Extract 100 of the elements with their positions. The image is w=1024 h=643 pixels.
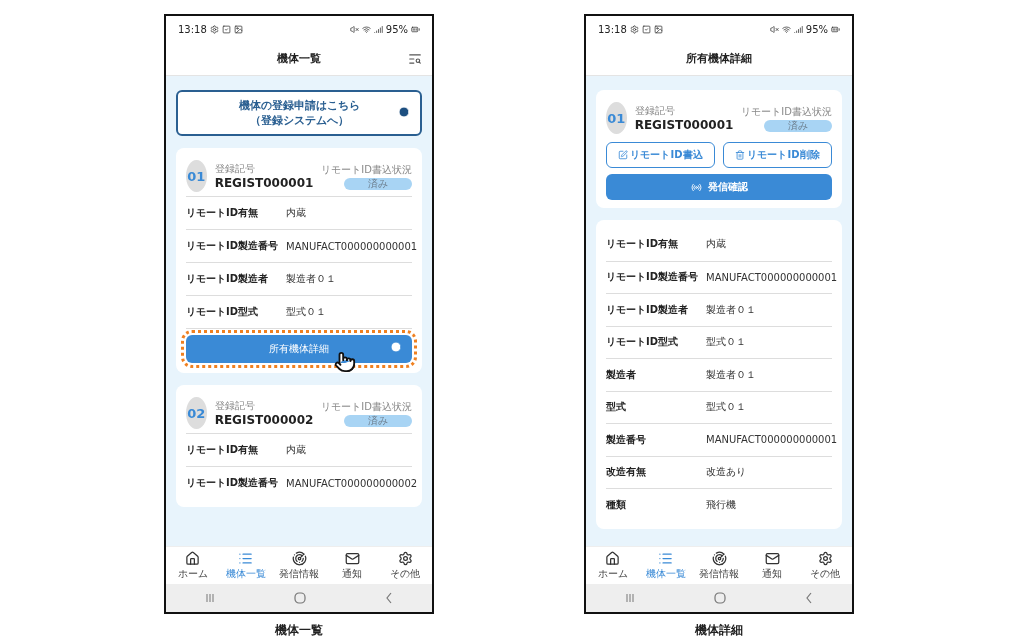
mute-icon xyxy=(769,24,779,34)
edit-icon xyxy=(618,150,629,160)
search-list-icon[interactable] xyxy=(408,52,422,66)
list-icon xyxy=(238,550,254,566)
row-label: リモートID有無 xyxy=(606,237,680,252)
radar-icon xyxy=(711,550,727,566)
row-label: リモートID型式 xyxy=(186,305,260,319)
row-value: 型式０１ xyxy=(706,335,746,350)
action-button[interactable]: リモートID削除 xyxy=(723,142,832,168)
battery-percent: 95% xyxy=(805,23,828,35)
reg-number: REGIST000001 xyxy=(214,176,314,190)
status-label: リモートID書込状況 xyxy=(741,104,832,119)
nav-tab[interactable]: 通知 xyxy=(745,547,799,584)
play-circle-icon xyxy=(398,106,410,118)
trash-icon xyxy=(735,150,746,160)
gear-icon xyxy=(209,24,219,34)
recent-apps-icon[interactable] xyxy=(205,593,216,603)
row-label: リモートID製造番号 xyxy=(186,476,280,490)
reg-label: 登録記号 xyxy=(214,162,256,176)
battery-icon xyxy=(411,24,420,34)
row-label: 改造有無 xyxy=(606,465,647,480)
settings-icon xyxy=(397,550,413,566)
settings-icon xyxy=(817,550,833,566)
nav-tab[interactable]: 機体一覧 xyxy=(639,547,693,584)
number-badge: 02 xyxy=(186,397,207,429)
recent-apps-icon[interactable] xyxy=(625,593,636,603)
row-value: MANUFACT000000000001 xyxy=(286,240,418,252)
row-value: 内蔵 xyxy=(706,237,726,252)
status-time: 13:18 xyxy=(598,23,627,35)
screen-title: 機体一覧 xyxy=(277,51,321,66)
image-icon xyxy=(233,24,243,34)
status-label: リモートID書込状況 xyxy=(321,399,412,414)
row-value: 飛行機 xyxy=(706,497,736,512)
number-badge: 01 xyxy=(606,102,627,134)
row-label: 製造者 xyxy=(606,367,637,382)
row-label: リモートID製造者 xyxy=(606,302,690,317)
row-value: 改造あり xyxy=(706,465,746,480)
back-chevron-icon[interactable] xyxy=(384,592,393,604)
nav-tab[interactable]: 通知 xyxy=(325,547,379,584)
nav-tab[interactable]: 発信情報 xyxy=(272,547,326,584)
registration-banner-button[interactable]: 機体の登録申請はこちら （登録システムへ） xyxy=(176,90,422,136)
row-value: 内蔵 xyxy=(286,206,306,220)
reg-label: 登録記号 xyxy=(634,104,676,118)
row-value: MANUFACT000000000001 xyxy=(706,434,838,446)
mute-icon xyxy=(349,24,359,34)
row-value: 製造者０１ xyxy=(286,272,336,286)
row-label: リモートID製造番号 xyxy=(186,239,280,253)
nav-tab[interactable]: ホーム xyxy=(166,547,220,584)
status-label: リモートID書込状況 xyxy=(321,162,412,177)
nav-tab[interactable]: 発信情報 xyxy=(692,547,746,584)
signal-check-button[interactable]: 発信確認 xyxy=(606,174,832,200)
row-value: 製造者０１ xyxy=(706,302,756,317)
radar-icon xyxy=(291,550,307,566)
broadcast-icon xyxy=(690,181,702,193)
image-icon xyxy=(653,24,663,34)
battery-percent: 95% xyxy=(385,23,408,35)
signal-icon xyxy=(793,24,803,34)
row-label: リモートID有無 xyxy=(186,206,260,220)
row-value: 製造者０１ xyxy=(706,367,756,382)
wifi-icon xyxy=(361,24,371,34)
nav-tab[interactable]: ホーム xyxy=(586,547,640,584)
row-value: 型式０１ xyxy=(706,400,746,415)
signal-icon xyxy=(373,24,383,34)
row-value: MANUFACT000000000002 xyxy=(286,477,418,489)
reg-number: REGIST000001 xyxy=(634,118,734,132)
envelope-icon xyxy=(764,550,780,566)
status-chip: 済み xyxy=(344,414,412,427)
row-value: 型式０１ xyxy=(286,305,326,319)
wifi-icon xyxy=(781,24,791,34)
gear-icon xyxy=(629,24,639,34)
status-chip: 済み xyxy=(344,177,412,190)
nav-tab[interactable]: その他 xyxy=(378,547,432,584)
banner-text: 機体の登録申請はこちら xyxy=(238,98,360,113)
back-chevron-icon[interactable] xyxy=(804,592,813,604)
screen-caption: 機体一覧 xyxy=(275,622,323,639)
row-label: 種類 xyxy=(606,497,627,512)
screen-title: 所有機体詳細 xyxy=(686,51,752,66)
check-square-icon xyxy=(221,24,231,34)
house-icon xyxy=(185,550,201,566)
list-icon xyxy=(658,550,674,566)
row-label: 型式 xyxy=(606,400,627,415)
check-square-icon xyxy=(641,24,651,34)
row-value: 内蔵 xyxy=(286,443,306,457)
row-label: 製造番号 xyxy=(606,432,647,447)
row-label: リモートID有無 xyxy=(186,443,260,457)
banner-text: （登録システムへ） xyxy=(249,113,349,128)
reg-label: 登録記号 xyxy=(214,399,256,413)
row-label: リモートID製造番号 xyxy=(606,270,700,285)
status-chip: 済み xyxy=(764,119,832,132)
nav-tab[interactable]: 機体一覧 xyxy=(219,547,273,584)
battery-icon xyxy=(831,24,840,34)
row-value: MANUFACT000000000001 xyxy=(706,271,838,283)
play-circle-icon xyxy=(390,341,402,353)
status-time: 13:18 xyxy=(178,23,207,35)
house-icon xyxy=(605,550,621,566)
reg-number: REGIST000002 xyxy=(214,413,314,427)
row-label: リモートID製造者 xyxy=(186,272,270,286)
nav-tab[interactable]: その他 xyxy=(798,547,852,584)
row-label: リモートID型式 xyxy=(606,335,680,350)
action-button[interactable]: リモートID書込 xyxy=(606,142,715,168)
